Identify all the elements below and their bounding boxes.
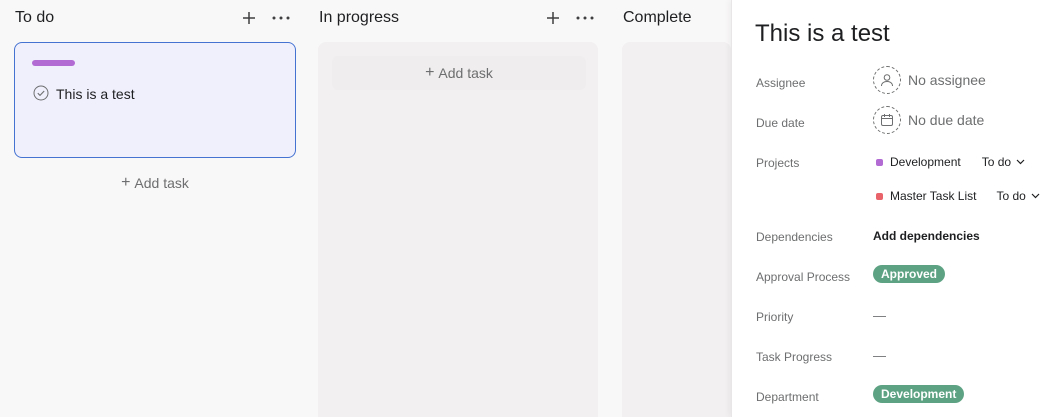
assignee-value: No assignee [908, 72, 986, 88]
project-row-development[interactable]: Development To do [876, 155, 1025, 169]
plus-icon: + [425, 64, 435, 81]
add-dependencies-button[interactable]: Add dependencies [873, 229, 980, 243]
approval-process-label: Approval Process [756, 270, 851, 284]
project-status-dropdown[interactable]: To do [996, 189, 1040, 203]
column-header-complete: Complete [623, 0, 691, 36]
department-badge[interactable]: Development [873, 385, 965, 403]
project-status-dropdown[interactable]: To do [982, 155, 1025, 169]
task-detail-title[interactable]: This is a test [755, 20, 890, 48]
column-header-in-progress: In progress [319, 0, 399, 36]
board: To do This is a test + Add task In progr… [0, 0, 731, 417]
task-progress-value[interactable]: — [873, 348, 886, 363]
project-status-value: To do [996, 189, 1026, 203]
assignee-label: Assignee [756, 76, 806, 90]
column-body-in-progress [318, 42, 598, 417]
column-header-todo: To do [15, 0, 54, 36]
column-title: To do [15, 9, 55, 26]
project-row-master-task-list[interactable]: Master Task List To do [876, 189, 1040, 203]
task-progress-label: Task Progress [756, 350, 833, 364]
due-date-field[interactable]: No due date [873, 106, 984, 134]
project-name[interactable]: Master Task List [890, 189, 976, 203]
add-task-label: Add task [134, 175, 189, 191]
add-task-button-todo[interactable]: + Add task [14, 172, 296, 194]
task-details-pane: This is a test Assignee No assignee Due … [731, 0, 1064, 417]
column-title: Complete [623, 9, 692, 26]
task-title: This is a test [56, 86, 135, 102]
project-color-dot [876, 192, 883, 200]
column-title: In progress [319, 9, 400, 26]
assignee-field[interactable]: No assignee [873, 66, 986, 94]
column-actions-in-progress [541, 6, 597, 30]
calendar-icon [873, 106, 901, 134]
column-actions-todo [237, 6, 293, 30]
plus-icon: + [121, 174, 131, 191]
priority-label: Priority [756, 310, 794, 324]
dependencies-label: Dependencies [756, 230, 833, 244]
column-body-complete [622, 42, 731, 417]
department-label: Department [756, 390, 819, 404]
project-status-value: To do [981, 155, 1012, 169]
due-date-label: Due date [756, 116, 805, 130]
add-task-label: Add task [438, 65, 493, 81]
add-task-button-in-progress[interactable]: + Add task [332, 56, 586, 90]
priority-value[interactable]: — [873, 308, 886, 323]
person-icon [873, 66, 901, 94]
task-card[interactable]: This is a test [14, 42, 296, 158]
add-icon[interactable] [541, 6, 565, 30]
more-options-icon[interactable] [269, 6, 293, 30]
chevron-down-icon [1016, 159, 1025, 165]
due-date-value: No due date [908, 112, 985, 128]
project-name[interactable]: Development [890, 155, 961, 169]
approval-status-badge[interactable]: Approved [873, 265, 946, 283]
complete-check-icon[interactable] [33, 85, 49, 101]
add-icon[interactable] [237, 6, 261, 30]
more-options-icon[interactable] [573, 6, 597, 30]
custom-field-color-bar [32, 60, 75, 66]
projects-label: Projects [756, 156, 800, 170]
chevron-down-icon [1031, 193, 1040, 199]
project-color-dot [876, 158, 883, 166]
